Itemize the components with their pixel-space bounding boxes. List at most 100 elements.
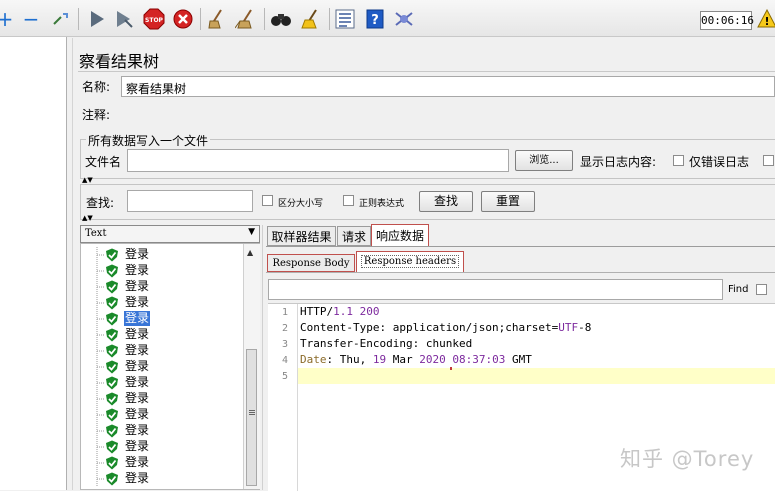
list-item[interactable]: 登录 bbox=[81, 343, 241, 359]
list-item[interactable]: 登录 bbox=[81, 439, 241, 455]
list-item[interactable]: 登录 bbox=[81, 471, 241, 487]
name-field[interactable]: 察看结果树 bbox=[121, 76, 775, 97]
tab-request[interactable]: 请求 bbox=[337, 226, 371, 246]
current-line-highlight bbox=[298, 368, 775, 384]
list-item[interactable]: 登录 bbox=[81, 263, 241, 279]
splitter-arrows[interactable]: ▲▼ bbox=[82, 177, 93, 184]
list-item-label: 登录 bbox=[125, 407, 150, 421]
successes-only-checkbox[interactable] bbox=[763, 155, 774, 166]
warning-icon[interactable]: ! bbox=[757, 8, 775, 30]
tab-response-body[interactable]: Response Body bbox=[267, 254, 355, 272]
remote-icon[interactable] bbox=[392, 8, 416, 30]
tree-connector bbox=[96, 311, 105, 327]
list-item[interactable]: 登录 bbox=[81, 455, 241, 471]
clear-all-icon[interactable] bbox=[234, 8, 258, 30]
reset-button[interactable]: 重置 bbox=[481, 191, 535, 212]
tree-connector bbox=[96, 423, 105, 439]
file-name-field[interactable] bbox=[127, 149, 509, 172]
tab-sampler-result[interactable]: 取样器结果 bbox=[267, 226, 336, 246]
line-number: 3 bbox=[281, 339, 288, 350]
scrollbar-thumb[interactable] bbox=[246, 349, 257, 486]
list-item-label: 登录 bbox=[125, 423, 150, 437]
success-shield-icon bbox=[106, 360, 118, 374]
success-shield-icon bbox=[106, 376, 118, 390]
case-sensitive-label: 区分大小写 bbox=[278, 199, 324, 209]
regex-checkbox[interactable] bbox=[343, 195, 354, 206]
line-number: 2 bbox=[281, 323, 288, 334]
success-shield-icon bbox=[106, 392, 118, 406]
success-shield-icon bbox=[106, 344, 118, 358]
list-item[interactable]: 登录 bbox=[81, 391, 241, 407]
response-find-option-checkbox[interactable] bbox=[756, 284, 767, 295]
function-helper-icon[interactable] bbox=[334, 8, 356, 30]
success-shield-icon bbox=[106, 424, 118, 438]
tab-response-headers[interactable]: Response headers bbox=[356, 251, 464, 273]
tree-connector bbox=[96, 455, 105, 471]
toolbar-separator bbox=[264, 8, 265, 30]
tab-response-data[interactable]: 响应数据 bbox=[371, 224, 429, 247]
start-icon[interactable] bbox=[87, 8, 107, 30]
success-shield-icon bbox=[106, 440, 118, 454]
elapsed-timer: 00:06:16 bbox=[700, 11, 754, 30]
add-icon[interactable]: + bbox=[0, 7, 13, 31]
results-list[interactable]: 登录 登录 登录 登录 登录 登录 登录 登录 登录 登录 登录 登录 登录 登录 登录 bbox=[80, 243, 260, 490]
splitter-arrows-2[interactable]: ▲▼ bbox=[82, 215, 93, 222]
list-item[interactable]: 登录 bbox=[81, 359, 241, 375]
response-find-input[interactable] bbox=[268, 279, 723, 300]
list-item[interactable]: 登录 bbox=[81, 247, 241, 263]
list-item[interactable]: 登录 bbox=[81, 407, 241, 423]
browse-button[interactable]: 浏览... bbox=[515, 150, 573, 171]
renderer-select[interactable]: Text ▼ bbox=[80, 225, 260, 243]
tree-connector bbox=[96, 247, 105, 263]
list-item-label: 登录 bbox=[125, 455, 150, 469]
list-item[interactable]: 登录 bbox=[81, 311, 241, 327]
list-item-label: 登录 bbox=[125, 327, 150, 341]
case-sensitive-checkbox[interactable] bbox=[262, 195, 273, 206]
line-number: 4 bbox=[281, 355, 288, 366]
results-scrollbar[interactable]: ▲ bbox=[243, 244, 260, 489]
toolbar-separator bbox=[329, 8, 330, 30]
file-label: 文件名 bbox=[85, 155, 122, 169]
svg-text:!: ! bbox=[764, 15, 769, 28]
expand-icon[interactable] bbox=[50, 8, 72, 30]
header-line-status: HTTP/1.1 200 bbox=[300, 305, 380, 318]
list-item[interactable]: 登录 bbox=[81, 327, 241, 343]
test-plan-tree[interactable] bbox=[0, 37, 67, 490]
remove-icon[interactable]: − bbox=[22, 7, 40, 31]
list-item[interactable]: 登录 bbox=[81, 423, 241, 439]
list-item-label: 登录 bbox=[125, 247, 150, 261]
success-shield-icon bbox=[106, 312, 118, 326]
tree-connector bbox=[96, 439, 105, 455]
list-item[interactable]: 登录 bbox=[81, 375, 241, 391]
line-number-gutter: 1 2 3 4 5 bbox=[268, 304, 298, 491]
tree-connector bbox=[96, 471, 105, 487]
success-shield-icon bbox=[106, 248, 118, 262]
list-item[interactable]: 登录 bbox=[81, 279, 241, 295]
name-value: 察看结果树 bbox=[126, 82, 187, 96]
help-icon[interactable]: ? bbox=[364, 8, 386, 30]
comment-field[interactable] bbox=[117, 103, 775, 126]
success-shield-icon bbox=[106, 408, 118, 422]
clear-icon[interactable] bbox=[206, 8, 228, 30]
list-item[interactable]: 登录 bbox=[81, 295, 241, 311]
scroll-up-icon[interactable]: ▲ bbox=[247, 248, 253, 257]
errors-only-checkbox[interactable] bbox=[673, 155, 684, 166]
list-item-label: 登录 bbox=[125, 391, 150, 405]
search-icon[interactable] bbox=[269, 8, 293, 30]
title-divider bbox=[78, 71, 775, 72]
find-button[interactable]: 查找 bbox=[419, 191, 473, 212]
start-no-pause-icon[interactable] bbox=[114, 8, 134, 30]
name-label: 名称: bbox=[82, 80, 111, 94]
log-content-label: 显示日志内容: bbox=[580, 155, 657, 169]
response-headers-label: Response headers bbox=[360, 255, 460, 268]
list-item-label: 登录 bbox=[125, 375, 150, 389]
search-label: 查找: bbox=[86, 196, 115, 210]
subtabs-underline bbox=[266, 272, 775, 273]
success-shield-icon bbox=[106, 456, 118, 470]
stop-icon[interactable]: STOP bbox=[142, 8, 166, 30]
svg-text:STOP: STOP bbox=[145, 17, 164, 24]
search-input[interactable] bbox=[127, 190, 253, 212]
shutdown-icon[interactable] bbox=[172, 8, 194, 30]
tree-connector bbox=[96, 343, 105, 359]
reset-search-icon[interactable] bbox=[299, 8, 323, 30]
